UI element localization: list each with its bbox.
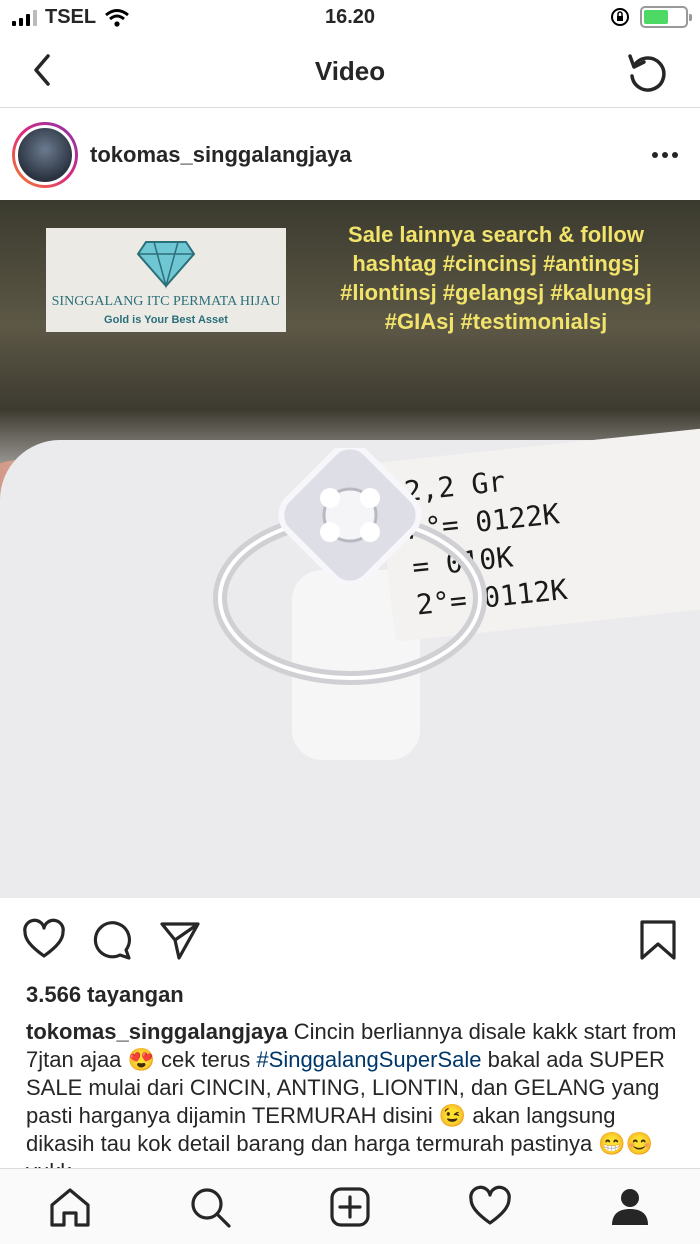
home-icon[interactable]	[48, 1185, 92, 1229]
overlay-line-4: #GIAsj #testimonialsj	[384, 309, 608, 334]
bottom-tab-bar	[0, 1168, 700, 1244]
diamond-logo-icon	[136, 241, 196, 289]
status-bar: TSEL 16.20	[0, 0, 700, 36]
profile-icon[interactable]	[608, 1185, 652, 1229]
refresh-icon[interactable]	[622, 48, 670, 96]
logo-tagline: Gold is Your Best Asset	[104, 314, 228, 326]
heart-icon[interactable]	[22, 918, 66, 962]
bookmark-icon[interactable]	[636, 918, 680, 962]
status-right	[610, 6, 692, 28]
search-icon[interactable]	[188, 1185, 232, 1229]
activity-heart-icon[interactable]	[468, 1185, 512, 1229]
caption-hashtag-link[interactable]: #SinggalangSuperSale	[256, 1047, 481, 1072]
more-options-icon[interactable]	[652, 152, 678, 158]
battery-icon	[640, 6, 692, 28]
video-player[interactable]: 2,2 Gr A°= 0122K = 010K 2°= 0112K SINGGA…	[0, 200, 700, 898]
view-count: 3.566 tayangan	[26, 982, 184, 1007]
video-overlay-text: Sale lainnya search & follow hashtag #ci…	[296, 220, 696, 336]
post-actions	[0, 898, 700, 982]
post-caption: tokomas_singgalangjaya Cincin berliannya…	[26, 1018, 686, 1168]
ring-image	[213, 448, 487, 685]
store-logo: SINGGALANG ITC PERMATA HIJAU Gold is You…	[46, 228, 286, 332]
logo-name: SINGGALANG ITC PERMATA HIJAU	[51, 294, 281, 309]
send-icon[interactable]	[158, 918, 202, 962]
clock: 16.20	[324, 6, 376, 28]
page-title: Video	[314, 56, 386, 86]
post-header: tokomas_singgalangjaya	[0, 108, 700, 200]
orientation-lock-icon	[611, 8, 629, 26]
top-nav-bar: Video	[0, 36, 700, 108]
avatar[interactable]	[12, 122, 78, 188]
comment-icon[interactable]	[90, 918, 134, 962]
new-post-icon[interactable]	[328, 1185, 372, 1229]
overlay-line-2: hashtag #cincinsj #antingsj	[352, 251, 640, 276]
post-username[interactable]: tokomas_singgalangjaya	[90, 142, 352, 168]
overlay-line-1: Sale lainnya search & follow	[348, 222, 644, 247]
overlay-line-3: #liontinsj #gelangsj #kalungsj	[340, 280, 652, 305]
caption-username[interactable]: tokomas_singgalangjaya	[26, 1019, 288, 1044]
